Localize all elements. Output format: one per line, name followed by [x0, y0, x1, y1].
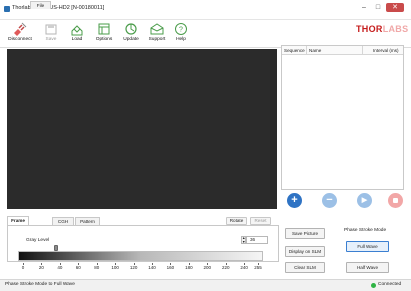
save-icon [45, 24, 57, 35]
logo-part-a: THOR [356, 24, 383, 34]
slider-tick-label: 160 [166, 265, 175, 270]
slider-tick-label: 100 [111, 265, 119, 270]
column-divider [362, 46, 363, 55]
sequence-table-header: Sequence Name Interval (ms) [282, 46, 403, 55]
load-icon [71, 25, 83, 36]
col-interval[interactable]: Interval (ms) [373, 48, 399, 53]
slider-tick-label: 140 [148, 265, 156, 270]
logo-part-b: LABS [382, 24, 409, 34]
display-on-slm-button[interactable]: Display on SLM [285, 246, 325, 257]
phase-stroke-mode-label: Phase Stroke Mode [344, 228, 387, 233]
save-button[interactable]: Save [40, 21, 62, 47]
play-sequence-button[interactable]: ▶ [357, 193, 372, 208]
slider-tick-label: 0 [21, 265, 25, 270]
options-button[interactable]: Options [92, 21, 116, 47]
status-message: Phase Stroke Mode to Full Wave [5, 282, 75, 287]
slider-tick-label: 40 [57, 265, 63, 270]
remove-frame-button[interactable]: − [322, 193, 337, 208]
update-label: Update [123, 37, 139, 42]
slider-tick-label: 20 [38, 265, 44, 270]
slider-tick-label: 255 [254, 265, 262, 270]
slider-tick-label: 120 [129, 265, 138, 270]
window-title: Thorlabs EXULUS-HD2 [N-00180011] [12, 5, 105, 11]
thorlabs-logo: THORLABS [356, 24, 408, 34]
options-icon [98, 23, 110, 35]
svg-text:?: ? [179, 27, 183, 34]
plug-icon [14, 22, 27, 36]
slider-tick-label: 240 [240, 265, 248, 270]
slider-tick-label: 80 [94, 265, 100, 270]
gray-level-input[interactable]: 36 [246, 236, 268, 244]
help-icon: ? [175, 23, 187, 35]
help-label: Help [176, 37, 186, 42]
clear-slm-button[interactable]: Clear SLM [285, 262, 325, 273]
app-icon [4, 6, 10, 12]
update-button[interactable]: Update [120, 21, 142, 47]
support-button[interactable]: Support [145, 21, 169, 47]
load-button[interactable]: Load [66, 21, 88, 47]
load-label: Load [71, 37, 83, 42]
slider-tick-label: 180 [185, 265, 193, 270]
tab-frame[interactable]: Frame [7, 216, 29, 225]
maximize-button[interactable]: □ [372, 3, 384, 12]
help-button[interactable]: ? Help [171, 21, 191, 47]
minimize-button[interactable]: – [358, 3, 370, 12]
stop-icon [393, 198, 398, 203]
slider-tick-label: 220 [221, 265, 230, 270]
full-wave-button[interactable]: Full Wave [346, 241, 389, 252]
tab-cgh[interactable]: CGH [52, 217, 74, 225]
slm-display-canvas [7, 49, 277, 209]
slider-tick-label: 200 [203, 265, 212, 270]
support-icon [150, 23, 164, 35]
close-button[interactable]: ✕ [386, 3, 404, 12]
half-wave-button[interactable]: Half Wave [346, 262, 389, 273]
sequence-table[interactable]: Sequence Name Interval (ms) [281, 45, 404, 190]
save-picture-button[interactable]: Save Picture [285, 228, 325, 239]
column-divider [306, 46, 307, 55]
gray-level-slider-thumb[interactable] [54, 245, 59, 251]
gray-level-label: Gray Level [26, 238, 50, 243]
connected-icon [371, 283, 376, 288]
reset-button[interactable]: Reset [250, 217, 271, 225]
disconnect-label: Disconnect [8, 37, 32, 42]
spin-down-icon[interactable]: ▼ [242, 240, 245, 245]
disconnect-button[interactable]: Disconnect [6, 21, 34, 47]
update-icon [125, 23, 137, 35]
options-label: Options [95, 37, 113, 42]
col-name[interactable]: Name [309, 48, 321, 53]
slider-tick-label: 60 [75, 265, 81, 270]
rotate-button[interactable]: Rotate [226, 217, 247, 225]
tab-file[interactable]: File [30, 1, 51, 9]
connection-status: Connected [378, 282, 402, 287]
add-frame-button[interactable]: + [287, 193, 302, 208]
gray-level-slider[interactable] [18, 251, 263, 261]
support-label: Support [148, 37, 166, 42]
col-sequence[interactable]: Sequence [284, 48, 305, 53]
save-label: Save [45, 37, 57, 42]
stop-sequence-button[interactable] [388, 193, 403, 208]
tab-pattern[interactable]: Pattern [75, 217, 100, 225]
